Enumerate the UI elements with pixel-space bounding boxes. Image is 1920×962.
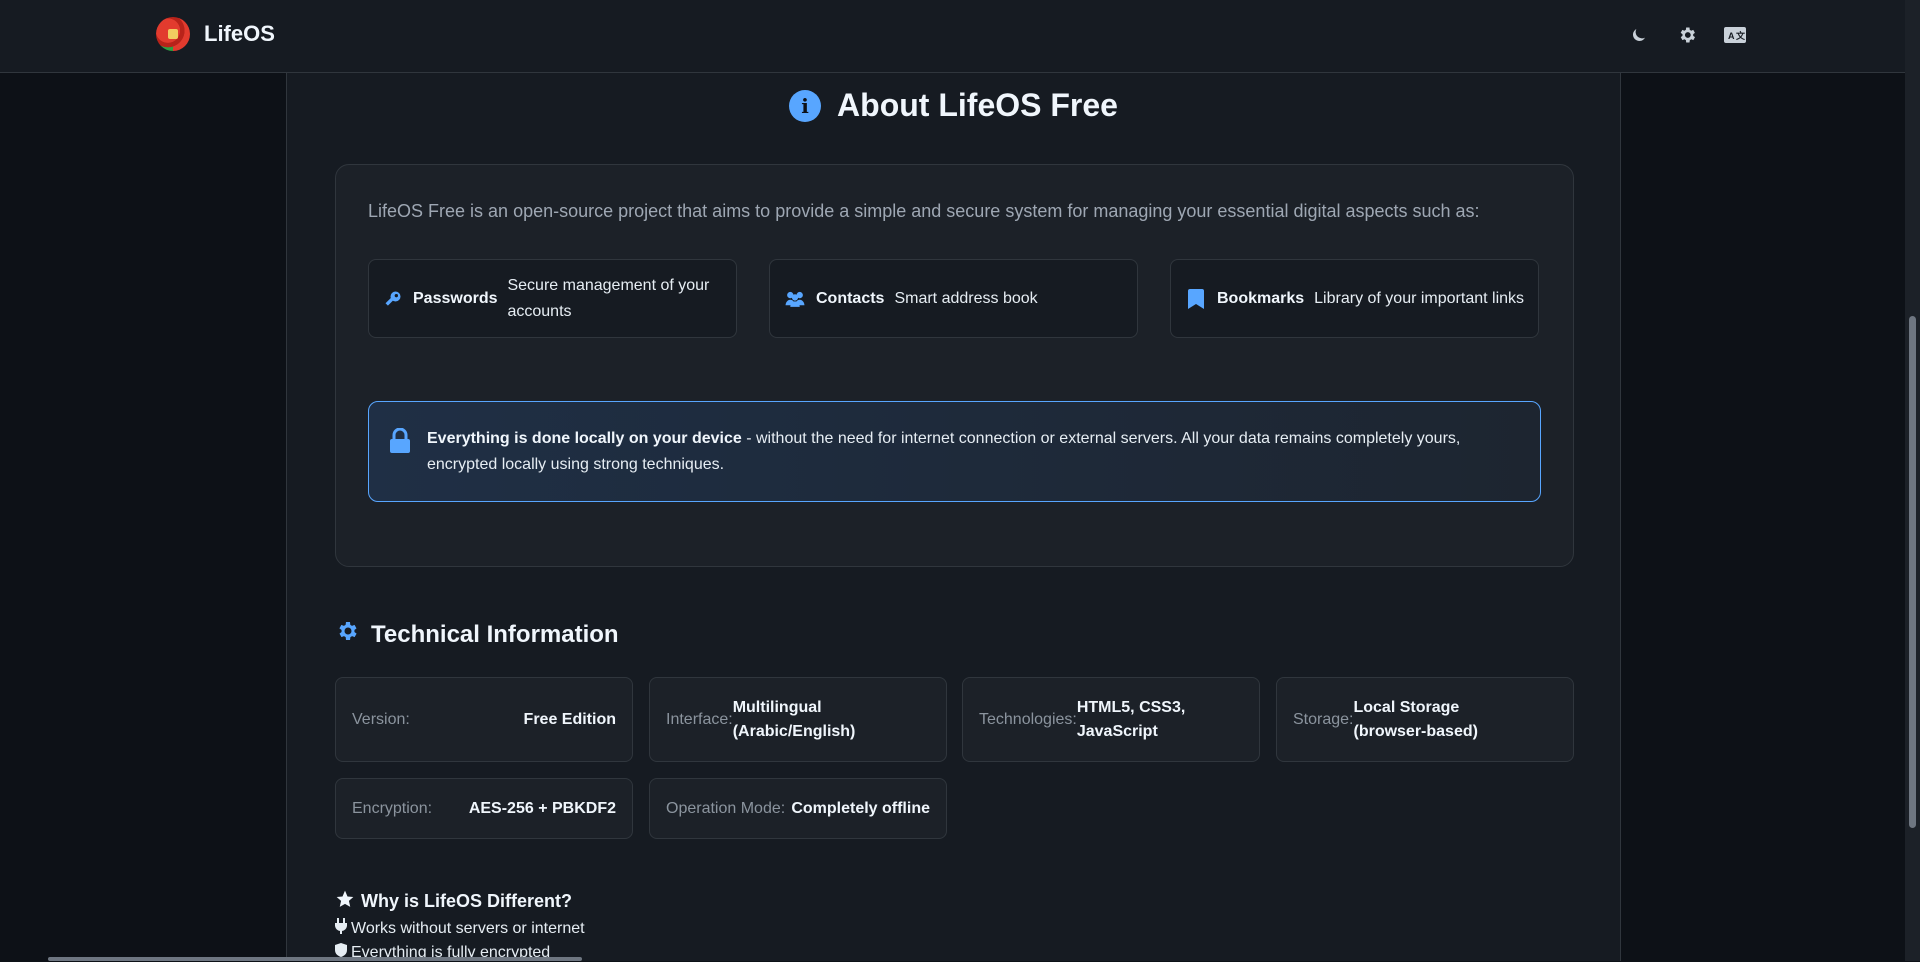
tech-value: Free Edition: [523, 710, 616, 728]
feature-bookmarks: Bookmarks Library of your important link…: [1170, 259, 1539, 338]
lock-icon: [389, 427, 411, 459]
feature-desc: Smart address book: [894, 289, 1038, 307]
key-icon: [383, 289, 403, 309]
bookmark-icon: [1185, 288, 1207, 309]
tech-item-encryption: Encryption: AES-256 + PBKDF2: [335, 778, 633, 839]
horizontal-scrollbar[interactable]: [48, 957, 582, 961]
tech-value: Completely offline: [791, 799, 930, 817]
top-navbar: LifeOS A文: [0, 0, 1905, 73]
about-card: LifeOS Free is an open-source project th…: [335, 164, 1574, 567]
star-icon: [335, 889, 355, 914]
main-content: i About LifeOS Free LifeOS Free is an op…: [286, 73, 1621, 961]
feature-desc: Library of your important links: [1314, 289, 1525, 307]
info-icon: i: [789, 89, 822, 122]
gear-icon[interactable]: [1674, 22, 1700, 48]
vertical-scrollbar[interactable]: [1905, 0, 1920, 961]
why-title: Why is LifeOS Different?: [361, 891, 573, 911]
tech-label: Interface:: [666, 710, 733, 728]
brand-name: LifeOS: [204, 21, 275, 46]
notice-text: Everything is done locally on your devic…: [427, 426, 1520, 478]
tech-value: AES-256 + PBKDF2: [468, 799, 616, 817]
svg-text:A: A: [1728, 31, 1735, 41]
tech-item-interface: Interface: Multilingual (Arabic/English): [649, 677, 947, 762]
feature-contacts: Contacts Smart address book: [769, 259, 1138, 338]
lifeos-logo-icon: [156, 17, 190, 51]
feature-desc: Secure management of your accounts: [507, 276, 710, 320]
tech-value: Multilingual (Arabic/English): [732, 698, 856, 740]
svg-text:文: 文: [1735, 30, 1746, 41]
feature-passwords: Passwords Secure management of your acco…: [368, 259, 737, 338]
why-section: Why is LifeOS Different? Works without s…: [335, 889, 585, 962]
about-title: About LifeOS Free: [837, 87, 1118, 123]
tech-label: Technologies:: [979, 710, 1077, 728]
tech-heading: Technical Information: [335, 619, 619, 650]
tech-label: Version:: [352, 710, 410, 728]
why-item: Works without servers or internet: [335, 918, 585, 939]
about-heading: i About LifeOS Free: [287, 87, 1620, 124]
feature-name: Contacts: [816, 289, 885, 307]
scrollbar-thumb[interactable]: [1909, 316, 1916, 828]
why-heading: Why is LifeOS Different?: [335, 889, 585, 914]
tech-value: Local Storage (browser-based): [1353, 698, 1478, 740]
brand[interactable]: LifeOS: [156, 17, 275, 51]
feature-name: Passwords: [413, 289, 498, 307]
notice-bold: Everything is done locally on your devic…: [427, 430, 742, 447]
tech-label: Storage:: [1293, 710, 1354, 728]
plug-icon: [335, 918, 347, 939]
tech-value: HTML5, CSS3, JavaScript: [1076, 698, 1186, 740]
local-notice: Everything is done locally on your devic…: [368, 401, 1541, 502]
tech-item-version: Version: Free Edition: [335, 677, 633, 762]
tech-label: Encryption:: [352, 799, 433, 817]
about-intro: LifeOS Free is an open-source project th…: [368, 201, 1480, 221]
tech-label: Operation Mode:: [666, 799, 786, 817]
top-actions: A文: [1626, 22, 1748, 48]
users-icon: [784, 289, 806, 309]
tech-title: Technical Information: [371, 620, 619, 648]
feature-name: Bookmarks: [1217, 289, 1305, 307]
language-icon[interactable]: A文: [1722, 22, 1748, 48]
moon-icon[interactable]: [1626, 22, 1652, 48]
tech-item-technologies: Technologies: HTML5, CSS3, JavaScript: [962, 677, 1260, 762]
tech-item-storage: Storage: Local Storage (browser-based): [1276, 677, 1574, 762]
gear-icon: [335, 619, 359, 650]
why-item-text: Works without servers or internet: [351, 919, 585, 937]
tech-item-operation-mode: Operation Mode: Completely offline: [649, 778, 947, 839]
